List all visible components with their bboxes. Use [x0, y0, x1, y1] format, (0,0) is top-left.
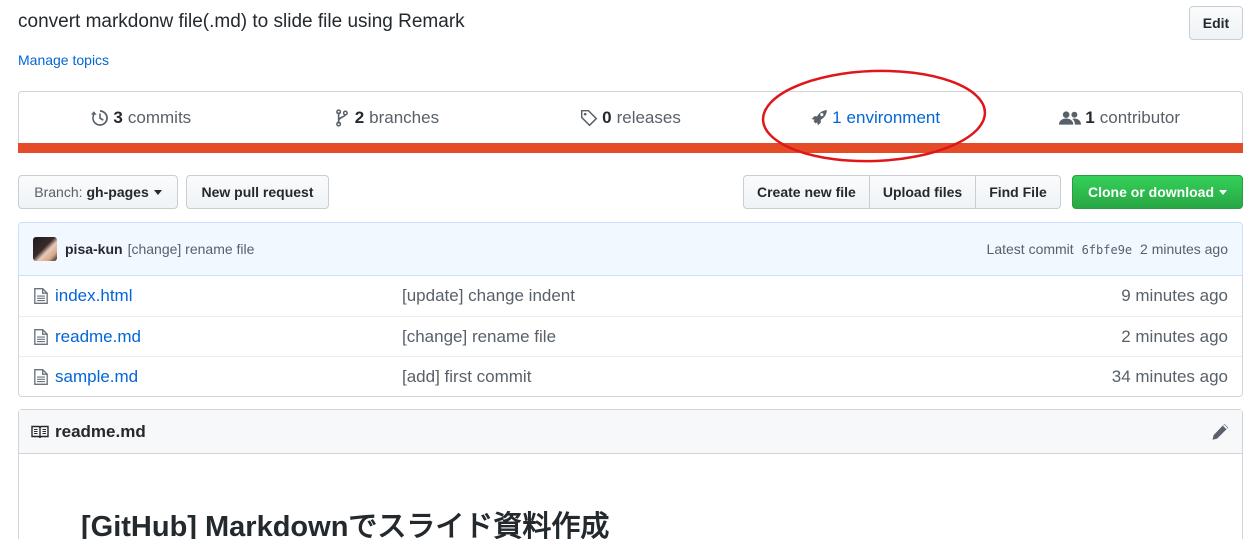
commits-label: commits [127, 108, 192, 127]
readme-heading: [GitHub] Markdownでスライド資料作成 [81, 511, 610, 539]
file-commit-message[interactable]: [add] first commit [402, 367, 1112, 387]
releases-label: releases [616, 108, 681, 127]
file-age: 34 minutes ago [1111, 366, 1228, 386]
readme-header: readme.md [19, 410, 1242, 454]
branches-label: branches [369, 108, 440, 127]
rocket-icon [810, 109, 828, 127]
avatar[interactable] [33, 237, 57, 261]
clone-label: Clone or download [1088, 184, 1214, 200]
environments-label: environment [846, 108, 941, 127]
file-actions-group: Create new file Upload files Find File [743, 175, 1061, 209]
environments-summary[interactable]: 1 environment [753, 92, 998, 144]
upload-files-button[interactable]: Upload files [869, 175, 977, 209]
branch-prefix: Branch: [34, 184, 83, 200]
file-link[interactable]: sample.md [33, 367, 402, 387]
commit-message[interactable]: [change] rename file [128, 241, 255, 257]
history-icon [91, 109, 109, 127]
repo-description: convert markdonw file(.md) to slide file… [18, 11, 465, 32]
commit-author[interactable]: pisa-kun [65, 241, 123, 257]
releases-count: 0 [602, 108, 612, 127]
file-link[interactable]: index.html [33, 286, 402, 306]
people-icon [1059, 109, 1082, 127]
repo-summary: 3 commits 2 branches 0 releases 1 enviro… [18, 91, 1243, 147]
branch-name: gh-pages [86, 184, 149, 200]
file-commit-message[interactable]: [change] rename file [402, 327, 1121, 347]
clone-or-download-button[interactable]: Clone or download [1072, 175, 1243, 209]
contributors-summary[interactable]: 1 contributor [997, 92, 1242, 144]
file-name: sample.md [55, 366, 139, 386]
readme-filename: readme.md [55, 421, 146, 441]
edit-description-button[interactable]: Edit [1189, 6, 1243, 40]
file-link[interactable]: readme.md [33, 327, 402, 347]
book-icon [31, 425, 49, 438]
environments-count: 1 [832, 108, 842, 127]
file-name: index.html [55, 286, 133, 305]
language-bar[interactable] [18, 143, 1243, 153]
file-icon [34, 288, 48, 304]
commit-sha[interactable]: 6fbfe9e [1082, 243, 1133, 257]
tag-icon [580, 109, 598, 127]
chevron-down-icon [153, 189, 162, 195]
file-icon [34, 328, 48, 345]
commits-summary[interactable]: 3 commits [19, 92, 264, 144]
table-row: sample.md [add] first commit 34 minutes … [19, 356, 1242, 396]
contributors-label: contributor [1099, 108, 1181, 127]
file-age: 2 minutes ago [1121, 326, 1228, 346]
latest-commit-prefix: Latest commit [986, 241, 1074, 257]
contributors-count: 1 [1085, 108, 1095, 127]
chevron-down-icon [1219, 189, 1227, 195]
branch-select-button[interactable]: Branch: gh-pages [18, 175, 178, 209]
releases-summary[interactable]: 0 releases [508, 92, 753, 144]
commit-age: 2 minutes ago [1140, 241, 1228, 257]
table-row: readme.md [change] rename file 2 minutes… [19, 316, 1242, 356]
file-age: 9 minutes ago [1121, 286, 1228, 305]
file-icon [34, 368, 48, 385]
latest-commit-info: Latest commit 6fbfe9e 2 minutes ago [987, 241, 1228, 257]
latest-commit-bar: pisa-kun [change] rename file Latest com… [18, 222, 1243, 276]
pencil-icon[interactable] [1210, 422, 1230, 442]
new-pull-request-button[interactable]: New pull request [186, 175, 329, 209]
file-name: readme.md [55, 326, 141, 346]
find-file-button[interactable]: Find File [976, 175, 1061, 209]
branches-count: 2 [354, 108, 365, 127]
file-list: index.html [update] change indent 9 minu… [18, 276, 1243, 397]
git-branch-icon [333, 109, 351, 127]
commits-count: 3 [113, 108, 123, 127]
branches-summary[interactable]: 2 branches [264, 92, 509, 144]
manage-topics-link[interactable]: Manage topics [18, 52, 109, 68]
create-new-file-button[interactable]: Create new file [743, 175, 870, 209]
table-row: index.html [update] change indent 9 minu… [19, 276, 1242, 316]
readme-panel: readme.md [GitHub] Markdownでスライド資料作成 [18, 409, 1243, 539]
file-commit-message[interactable]: [update] change indent [402, 286, 1121, 306]
